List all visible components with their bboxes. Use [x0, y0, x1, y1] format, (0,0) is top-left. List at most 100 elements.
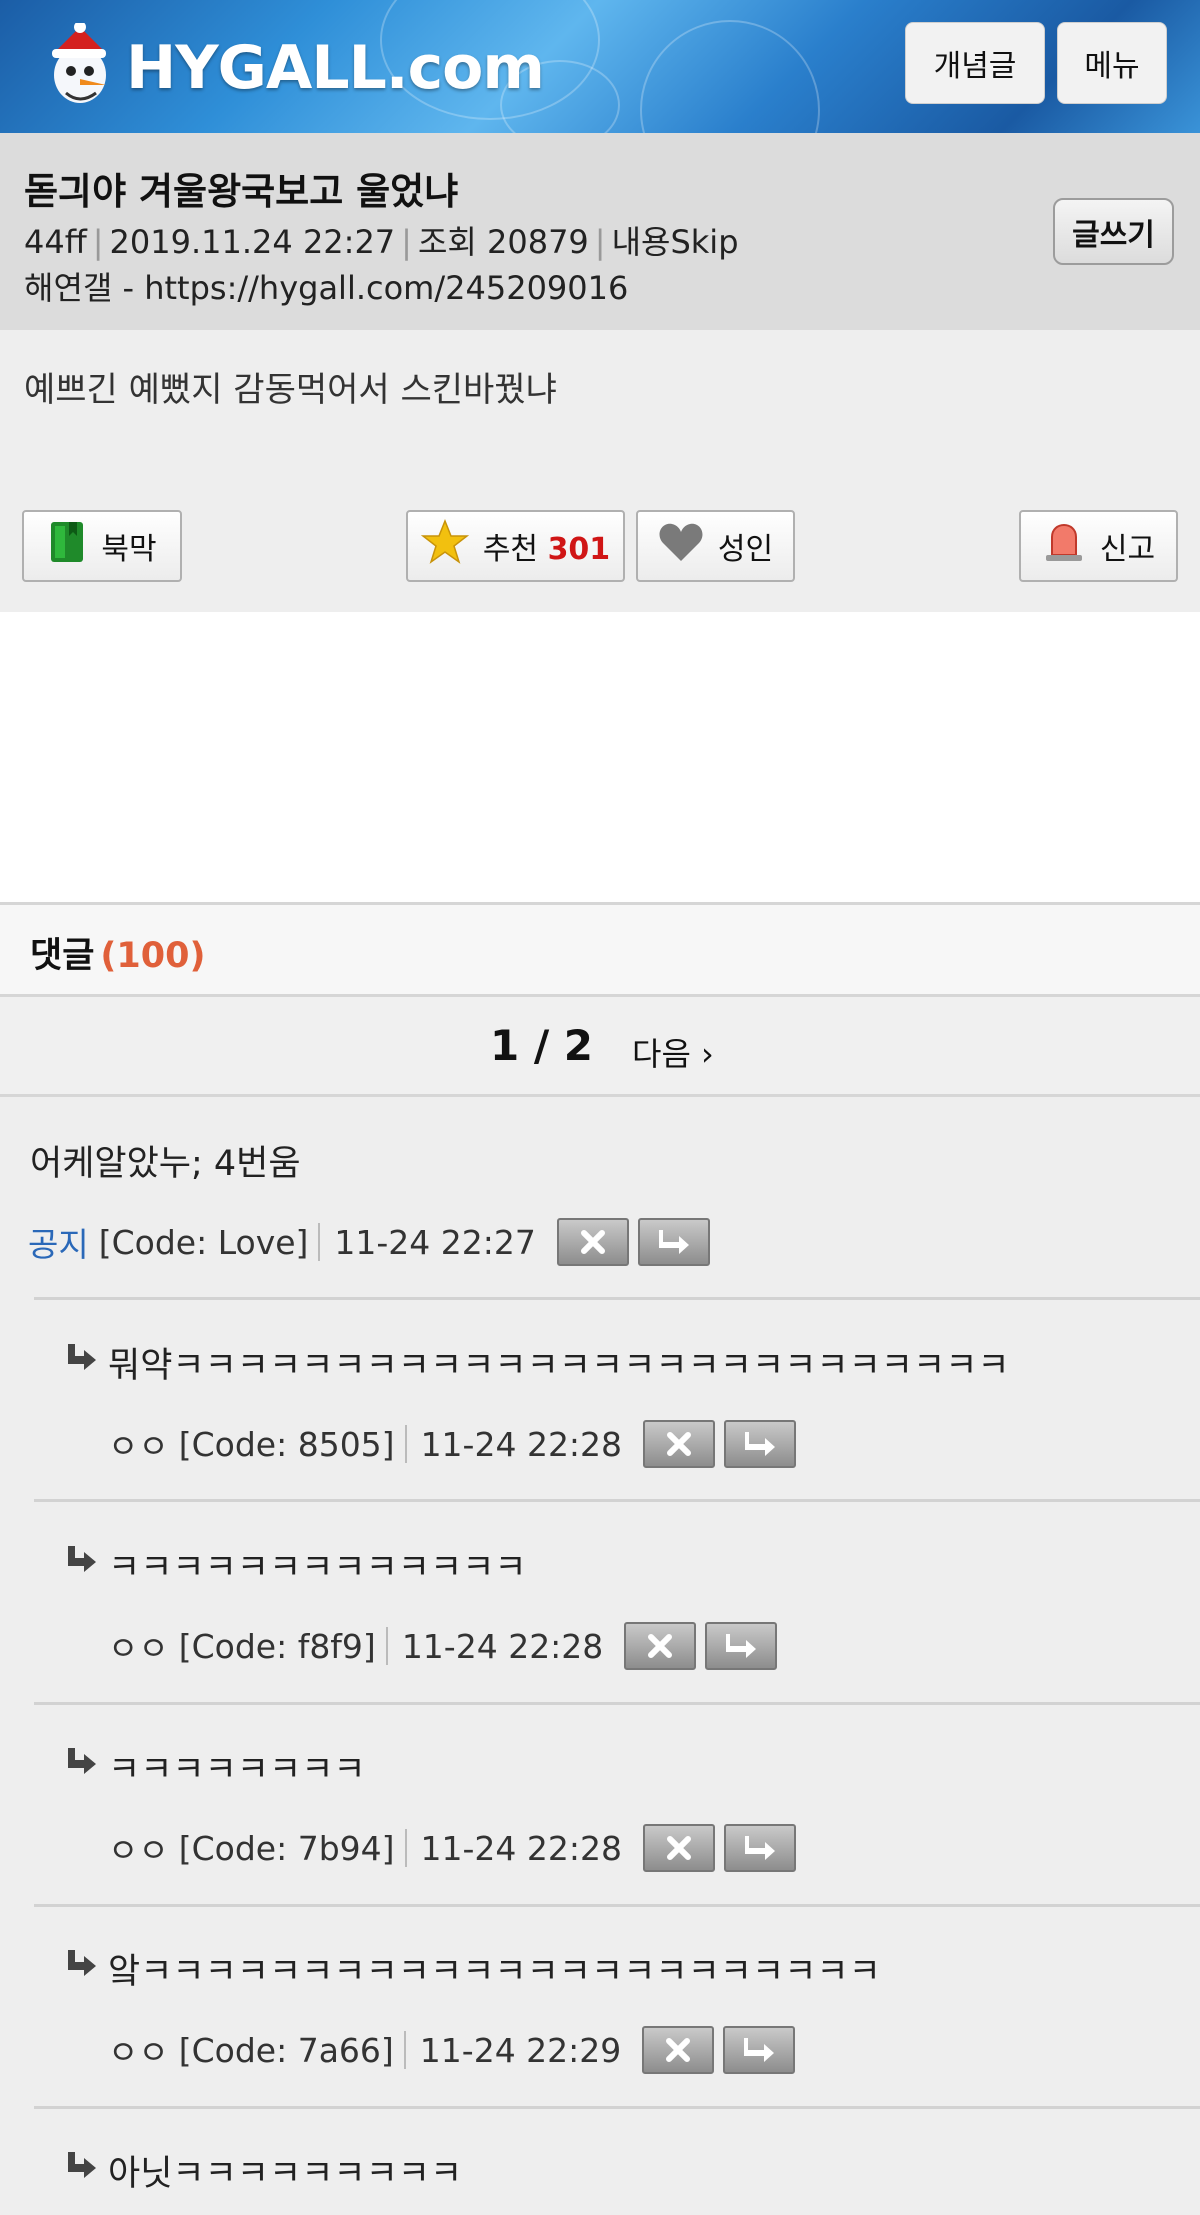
reply-arrow-icon	[726, 1634, 757, 1658]
comment-time: 11-24 22:27	[334, 1222, 536, 1262]
close-icon	[580, 1230, 605, 1254]
comment-code: [Code: 7b94]	[178, 1828, 395, 1868]
write-post-button[interactable]: 글쓰기	[1053, 198, 1174, 265]
site-header: HYGALL.com 개념글 메뉴	[0, 0, 1200, 133]
recommend-text: 추천	[482, 532, 539, 567]
comment-nick: ㅇㅇ	[108, 1629, 169, 1668]
adult-button[interactable]: 성인	[636, 510, 795, 582]
comment-time: 11-24 22:29	[419, 2030, 622, 2070]
siren-icon	[1042, 521, 1086, 571]
meta-separator	[403, 2031, 406, 2069]
comment-divider	[34, 1499, 1200, 1502]
comment-divider	[34, 1904, 1200, 1907]
meta-separator: |	[401, 223, 412, 261]
comment-text: 아닛ㅋㅋㅋㅋㅋㅋㅋㅋㅋ	[108, 2154, 463, 2194]
comment-divider	[34, 1297, 1200, 1300]
comment-code: [Code: f8f9]	[178, 1626, 376, 1666]
adult-label: 성인	[717, 532, 774, 567]
reply-arrow-icon	[658, 1230, 689, 1254]
comment-code: [Code: 7a66]	[178, 2030, 394, 2070]
post-body: 예쁘긴 예뻤지 감동먹어서 스킨바꿨냐 북막 추천 301 성인 신고	[0, 330, 1200, 612]
comments-pager: 1 / 2 다음 ›	[0, 997, 1200, 1097]
comment-code: [Code: Love]	[98, 1222, 309, 1262]
comment-time: 11-24 22:28	[420, 1424, 623, 1464]
meta-separator: |	[594, 223, 606, 261]
star-icon	[420, 518, 470, 573]
recommend-label: 추천 301	[483, 524, 610, 568]
post-permalink[interactable]: 해연갤 - https://hygall.com/245209016	[24, 263, 628, 309]
next-page-link[interactable]: 다음 ›	[632, 1029, 714, 1075]
comment-nick: ㅇㅇ	[108, 1831, 169, 1870]
frost-decoration	[640, 20, 820, 133]
reply-comment-button[interactable]	[724, 1824, 796, 1872]
close-icon	[666, 2038, 691, 2062]
reply-comment-button[interactable]	[705, 1622, 778, 1670]
delete-comment-button[interactable]	[556, 1218, 629, 1266]
bookmark-icon	[47, 520, 87, 572]
comments-count: (100)	[100, 936, 206, 976]
comment-meta: ㅇㅇ [Code: 7b94] 11-24 22:28	[108, 1824, 796, 1872]
close-icon	[667, 1836, 691, 1860]
comments-header: 댓글 (100)	[0, 902, 1200, 997]
comment-text: 뭐약ㅋㅋㅋㅋㅋㅋㅋㅋㅋㅋㅋㅋㅋㅋㅋㅋㅋㅋㅋㅋㅋㅋㅋㅋㅋㅋ	[108, 1346, 1010, 1386]
recommend-count: 301	[547, 532, 611, 567]
skip-content-link[interactable]: 내용Skip	[612, 223, 739, 261]
meta-separator	[385, 1627, 388, 1665]
post-views: 조회 20879	[417, 223, 589, 261]
recommend-button[interactable]: 추천 301	[406, 510, 625, 582]
page-indicator: 1 / 2	[490, 1021, 594, 1070]
comment-divider	[34, 1702, 1200, 1705]
concept-posts-button[interactable]: 개념글	[905, 22, 1045, 104]
ad-area	[0, 612, 1200, 902]
reply-arrow-icon	[745, 1836, 775, 1860]
delete-comment-button[interactable]	[643, 1824, 715, 1872]
reply-arrow-icon	[744, 2038, 775, 2062]
delete-comment-button[interactable]	[642, 2026, 715, 2074]
delete-comment-button[interactable]	[643, 1420, 716, 1468]
heart-icon	[658, 521, 704, 571]
comment-meta: ㅇㅇ [Code: f8f9] 11-24 22:28	[108, 1622, 778, 1670]
comments-title: 댓글 (100)	[30, 927, 205, 978]
post-datetime: 2019.11.24 22:27	[109, 223, 396, 261]
close-icon	[648, 1634, 673, 1658]
comment-meta: 공지 [Code: Love] 11-24 22:27	[28, 1218, 710, 1266]
reply-indicator-icon	[64, 1746, 98, 1776]
comment-time: 11-24 22:28	[401, 1626, 604, 1666]
comment-meta: ㅇㅇ [Code: 8505] 11-24 22:28	[108, 1420, 797, 1468]
reply-comment-button[interactable]	[637, 1218, 710, 1266]
report-label: 신고	[1099, 532, 1156, 567]
comment-nick: ㅇㅇ	[108, 1427, 169, 1466]
comment-text: ㅋㅋㅋㅋㅋㅋㅋㅋㅋㅋㅋㅋㅋ	[108, 1548, 527, 1588]
comment-code: [Code: 8505]	[178, 1424, 395, 1464]
comment-time: 11-24 22:28	[420, 1828, 622, 1868]
comment-divider	[34, 2106, 1200, 2109]
reply-indicator-icon	[64, 2150, 98, 2180]
reply-indicator-icon	[64, 1948, 98, 1978]
meta-separator	[404, 1425, 407, 1463]
snowman-mascot-icon	[40, 21, 120, 113]
bookmark-button[interactable]: 북막	[22, 510, 182, 582]
post-author: 44ff	[24, 223, 87, 261]
close-icon	[667, 1432, 692, 1456]
post-header: 돋긔야 겨울왕국보고 울었냐 44ff | 2019.11.24 22:27 | 조회 …	[0, 133, 1200, 330]
delete-comment-button[interactable]	[624, 1622, 697, 1670]
comment-text: 어케알았누; 4번움	[30, 1144, 301, 1184]
comment-text: 앜ㅋㅋㅋㅋㅋㅋㅋㅋㅋㅋㅋㅋㅋㅋㅋㅋㅋㅋㅋㅋㅋㅋㅋ	[108, 1952, 881, 1992]
reply-comment-button[interactable]	[724, 1420, 797, 1468]
reply-indicator-icon	[64, 1342, 98, 1372]
comment-text: ㅋㅋㅋㅋㅋㅋㅋㅋ	[108, 1750, 366, 1790]
comment-meta: ㅇㅇ [Code: 7a66] 11-24 22:29	[108, 2026, 796, 2074]
report-button[interactable]: 신고	[1019, 510, 1178, 582]
logo-text: HYGALL.com	[126, 33, 545, 103]
meta-separator	[318, 1223, 321, 1261]
reply-comment-button[interactable]	[723, 2026, 796, 2074]
comments-label: 댓글	[30, 936, 95, 976]
meta-separator: |	[92, 223, 104, 261]
post-meta: 44ff | 2019.11.24 22:27 | 조회 20879 | 내용Skip	[24, 217, 739, 263]
post-content: 예쁘긴 예뻤지 감동먹어서 스킨바꿨냐	[24, 370, 557, 410]
menu-button[interactable]: 메뉴	[1057, 22, 1167, 104]
post-title: 돋긔야 겨울왕국보고 울었냐	[24, 170, 459, 213]
reply-arrow-icon	[745, 1432, 776, 1456]
meta-separator	[404, 1829, 407, 1867]
site-logo[interactable]: HYGALL.com	[40, 18, 545, 118]
